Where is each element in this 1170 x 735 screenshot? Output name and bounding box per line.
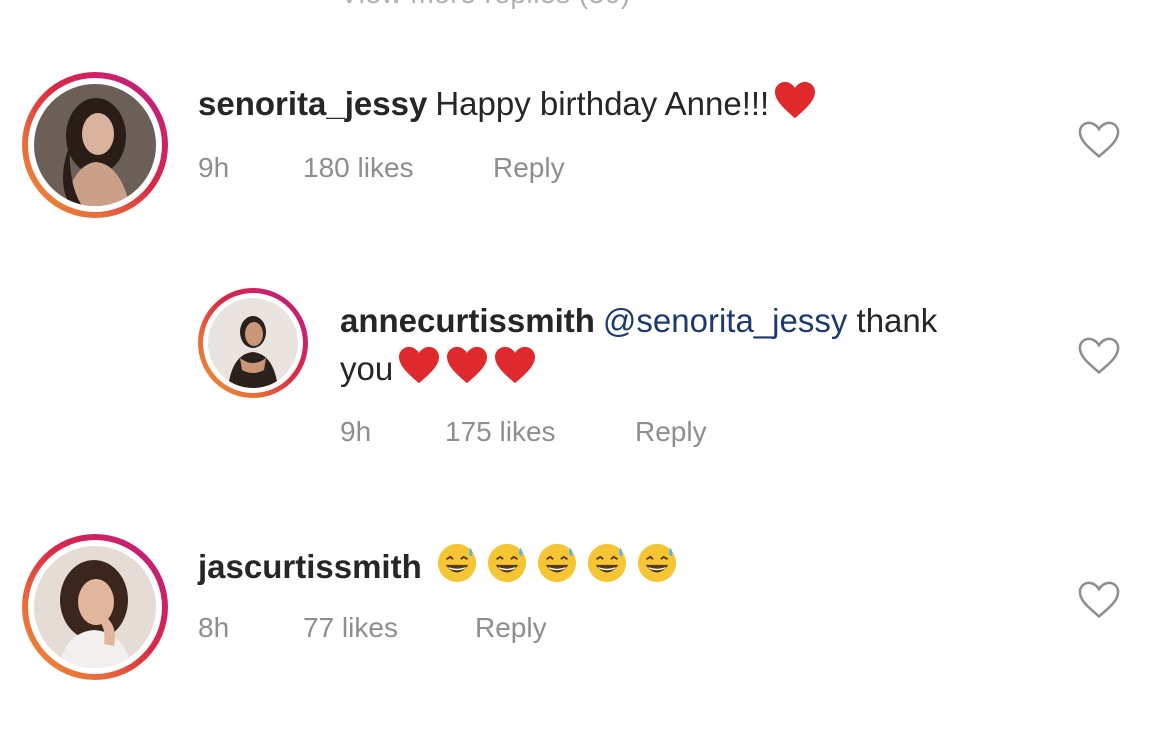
reply-button[interactable]: Reply xyxy=(475,612,547,644)
comment-body: Happy birthday Anne!!! xyxy=(435,85,770,123)
comment-meta: 9h 175 likes Reply xyxy=(340,416,840,452)
sweat-smile-emoji-icon xyxy=(534,542,580,597)
profile-photo-icon xyxy=(34,546,156,668)
avatar[interactable] xyxy=(22,534,168,680)
timestamp: 9h xyxy=(340,416,372,447)
reply-button[interactable]: Reply xyxy=(493,152,565,184)
red-heart-icon xyxy=(445,345,489,398)
sweat-smile-emoji-icon xyxy=(634,542,680,597)
comment-body: thank xyxy=(856,302,938,339)
like-heart-icon[interactable] xyxy=(1077,580,1121,620)
timestamp: 9h xyxy=(198,152,230,183)
likes-count[interactable]: 175 likes xyxy=(445,416,556,448)
comment-meta: 9h 180 likes Reply xyxy=(198,152,698,188)
sweat-smile-emoji-icon xyxy=(484,542,530,597)
comment-meta: 8h 77 likes Reply xyxy=(198,612,698,648)
sweat-smile-emoji-icon xyxy=(584,542,630,597)
like-heart-icon[interactable] xyxy=(1077,336,1121,376)
comment-text: senorita_jessy Happy birthday Anne!!! xyxy=(198,80,817,133)
sweat-smile-emoji-icon xyxy=(434,542,480,597)
profile-photo-icon xyxy=(208,298,298,388)
comment-body-continued: you xyxy=(340,350,394,388)
mention-link[interactable]: @senorita_jessy xyxy=(603,302,847,339)
red-heart-icon xyxy=(493,345,537,398)
username[interactable]: annecurtissmith xyxy=(340,302,595,339)
avatar[interactable] xyxy=(198,288,308,398)
red-heart-icon xyxy=(773,80,817,133)
likes-count[interactable]: 180 likes xyxy=(303,152,414,184)
timestamp: 8h xyxy=(198,612,230,643)
reply-button[interactable]: Reply xyxy=(635,416,707,448)
profile-photo-icon xyxy=(34,84,156,206)
avatar[interactable] xyxy=(22,72,168,218)
username[interactable]: senorita_jessy xyxy=(198,85,427,122)
like-heart-icon[interactable] xyxy=(1077,120,1121,160)
username[interactable]: jascurtissmith xyxy=(198,548,422,585)
red-heart-icon xyxy=(397,345,441,398)
comment-text: annecurtissmith @senorita_jessy thank you xyxy=(340,297,1040,398)
likes-count[interactable]: 77 likes xyxy=(303,612,398,644)
comment-text: jascurtissmith xyxy=(198,542,680,597)
view-more-replies-link[interactable]: View more replies (30) xyxy=(340,0,631,10)
